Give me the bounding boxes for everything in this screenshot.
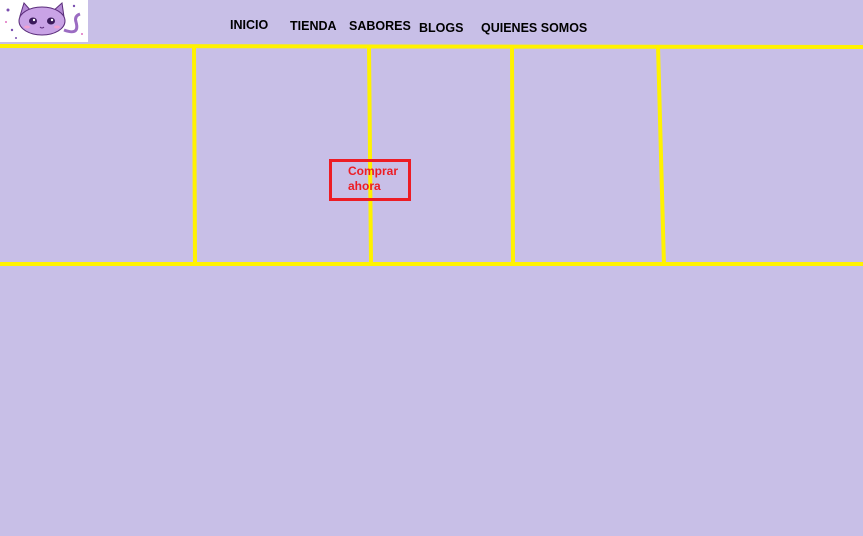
grid-divider-3: [510, 47, 515, 267]
hero-grid: [0, 44, 863, 267]
grid-top-line: [0, 44, 863, 49]
grid-divider-2: [367, 45, 373, 265]
buy-now-label-line1: Comprar: [348, 164, 399, 178]
grid-divider-1: [192, 45, 197, 267]
buy-now-button[interactable]: Comprar ahora: [329, 159, 411, 201]
buy-now-label-line2: ahora: [348, 179, 381, 193]
grid-divider-4: [656, 45, 666, 267]
